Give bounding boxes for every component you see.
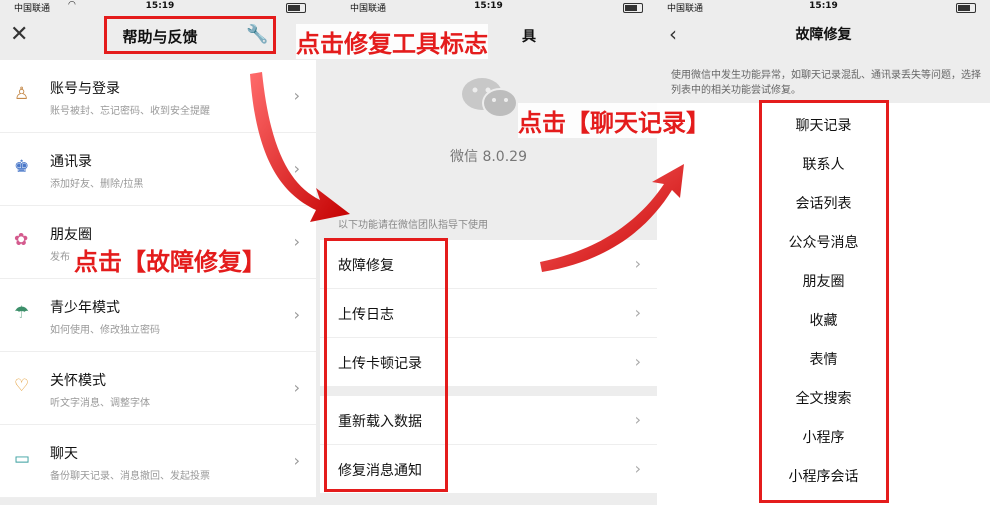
item-title: 青少年模式: [50, 300, 120, 316]
person-icon: ♙: [14, 84, 30, 104]
section-hint: 以下功能请在微信团队指导下使用: [338, 220, 488, 231]
annotation-fault-repair: 点击【故障修复】: [74, 242, 266, 277]
list-item[interactable]: ☂ 青少年模式 如何使用、修改独立密码 ›: [0, 279, 316, 352]
chat-icon: ▭: [14, 449, 31, 469]
chevron-right-icon: ›: [293, 451, 300, 470]
item-title: 通讯录: [50, 154, 92, 170]
title-fragment: 具: [522, 29, 536, 45]
list-item[interactable]: ♡ 关怀模式 听文字消息、调整字体 ›: [0, 352, 316, 425]
help-topic-list: ♙ 账号与登录 账号被封、忘记密码、收到安全提醒 › ♚ 通讯录 添加好友、删除…: [0, 60, 316, 498]
chevron-right-icon: ›: [293, 159, 300, 178]
status-time: 15:19: [474, 1, 503, 11]
app-version: 微信 8.0.29: [450, 149, 527, 165]
status-time: 15:19: [809, 1, 838, 11]
moments-icon: ✿: [14, 230, 29, 250]
battery-icon: [956, 3, 976, 13]
item-subtitle: 听文字消息、调整字体: [50, 398, 150, 409]
item-subtitle: 发布: [50, 252, 70, 263]
highlight-box-repair-list: [759, 100, 889, 503]
wechat-logo: [462, 78, 518, 118]
item-subtitle: 如何使用、修改独立密码: [50, 325, 160, 336]
item-title: 账号与登录: [50, 81, 120, 97]
item-title: 朋友圈: [50, 227, 92, 243]
chevron-right-icon: ›: [293, 232, 300, 251]
contacts-icon: ♚: [14, 157, 30, 177]
chevron-right-icon: ›: [634, 410, 641, 429]
list-item[interactable]: ▭ 聊天 备份聊天记录、消息撤回、发起投票 ›: [0, 425, 316, 498]
list-item[interactable]: ♙ 账号与登录 账号被封、忘记密码、收到安全提醒 ›: [0, 60, 316, 133]
status-bar: 中国联通 ◠ 15:19: [0, 0, 320, 14]
fault-repair-screen: 中国联通 15:19 ‹ 故障修复 使用微信中发生功能异常，如聊天记录混乱、通讯…: [657, 0, 990, 505]
highlight-box-title: [104, 16, 276, 54]
umbrella-icon: ☂: [14, 303, 30, 323]
help-feedback-screen: 中国联通 ◠ 15:19 ✕ 帮助与反馈 🔧 ♙ 账号与登录 账号被封、忘记密码…: [0, 0, 320, 505]
chevron-right-icon: ›: [634, 303, 641, 322]
chevron-right-icon: ›: [634, 352, 641, 371]
item-subtitle: 备份聊天记录、消息撤回、发起投票: [50, 471, 210, 482]
status-bar: 中国联通 15:19: [320, 0, 657, 14]
page-description: 使用微信中发生功能异常，如聊天记录混乱、通讯录丢失等问题，选择列表中的相关功能尝…: [671, 70, 981, 96]
battery-icon: [623, 3, 643, 13]
item-subtitle: 添加好友、删除/拉黑: [50, 179, 144, 190]
chevron-right-icon: ›: [293, 305, 300, 324]
annotation-chat-history: 点击【聊天记录】: [518, 103, 710, 138]
list-item[interactable]: ♚ 通讯录 添加好友、删除/拉黑 ›: [0, 133, 316, 206]
chevron-right-icon: ›: [293, 86, 300, 105]
status-bar: 中国联通 15:19: [657, 0, 990, 14]
settings-tools-screen: 中国联通 15:19 具 微信 8.0.29 以下功能请在微信团队指导下使用 故…: [320, 0, 657, 505]
item-title: 聊天: [50, 446, 78, 462]
highlight-box-tools: [324, 238, 448, 492]
chevron-right-icon: ›: [634, 254, 641, 273]
page-title: 故障修复: [795, 27, 852, 43]
chevron-right-icon: ›: [634, 459, 641, 478]
status-time: 15:19: [145, 1, 175, 11]
chevron-right-icon: ›: [293, 378, 300, 397]
item-subtitle: 账号被封、忘记密码、收到安全提醒: [50, 106, 210, 117]
annotation-tool-icon: 点击修复工具标志: [296, 24, 488, 59]
item-title: 关怀模式: [50, 373, 106, 389]
care-mode-icon: ♡: [14, 376, 30, 396]
battery-icon: [286, 3, 306, 13]
